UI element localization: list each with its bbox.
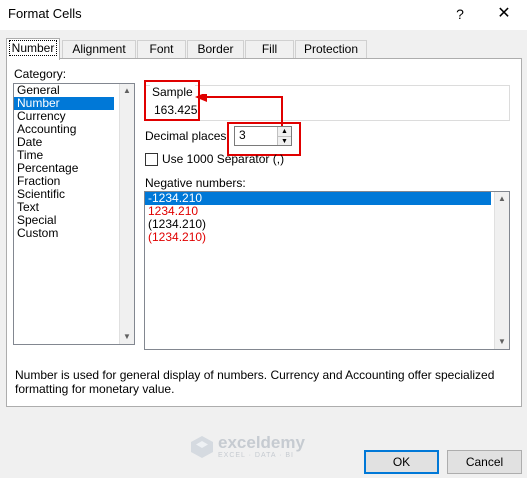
watermark-tagline: EXCEL · DATA · BI xyxy=(218,452,294,459)
decimal-places-label: Decimal places: xyxy=(145,129,230,143)
use-1000-separator-label[interactable]: Use 1000 Separator (,) xyxy=(162,152,284,166)
negative-scrollbar[interactable]: ▲ ▼ xyxy=(494,192,509,349)
negative-numbers-label: Negative numbers: xyxy=(145,176,246,190)
cancel-button[interactable]: Cancel xyxy=(447,450,522,474)
number-tab-panel: Category: General Number Currency Accoun… xyxy=(6,58,522,407)
scroll-down-icon[interactable]: ▼ xyxy=(120,330,134,344)
tab-alignment[interactable]: Alignment xyxy=(62,40,136,59)
scroll-up-icon[interactable]: ▲ xyxy=(495,192,509,206)
negative-item-red-parentheses[interactable]: (1234.210) xyxy=(145,231,491,244)
decimal-highlight-box xyxy=(227,122,301,156)
sample-highlight-box xyxy=(144,80,200,121)
use-1000-separator-checkbox[interactable] xyxy=(145,153,158,166)
tab-protection[interactable]: Protection xyxy=(295,40,367,59)
exceldemy-logo-icon xyxy=(191,436,213,458)
watermark-name: exceldemy xyxy=(218,433,305,452)
dialog-title: Format Cells xyxy=(8,6,82,21)
scroll-up-icon[interactable]: ▲ xyxy=(120,84,134,98)
exceldemy-watermark: exceldemy EXCEL · DATA · BI xyxy=(190,433,330,463)
ok-button[interactable]: OK xyxy=(364,450,439,474)
category-listbox[interactable]: General Number Currency Accounting Date … xyxy=(13,83,135,345)
tab-font[interactable]: Font xyxy=(137,40,186,59)
close-button[interactable]: ✕ xyxy=(492,3,516,25)
tab-fill[interactable]: Fill xyxy=(245,40,294,59)
tab-number-label: Number xyxy=(8,40,58,56)
help-button[interactable]: ? xyxy=(450,4,470,24)
title-bar: Format Cells ? ✕ xyxy=(0,0,527,30)
category-scrollbar[interactable]: ▲ ▼ xyxy=(119,84,134,344)
category-label: Category: xyxy=(14,67,67,81)
scroll-down-icon[interactable]: ▼ xyxy=(495,335,509,349)
tab-border[interactable]: Border xyxy=(187,40,244,59)
tab-number[interactable]: Number xyxy=(6,38,60,60)
negative-numbers-listbox[interactable]: -1234.210 1234.210 (1234.210) (1234.210)… xyxy=(144,191,510,350)
category-item-custom[interactable]: Custom xyxy=(14,227,114,240)
format-description: Number is used for general display of nu… xyxy=(15,368,495,396)
